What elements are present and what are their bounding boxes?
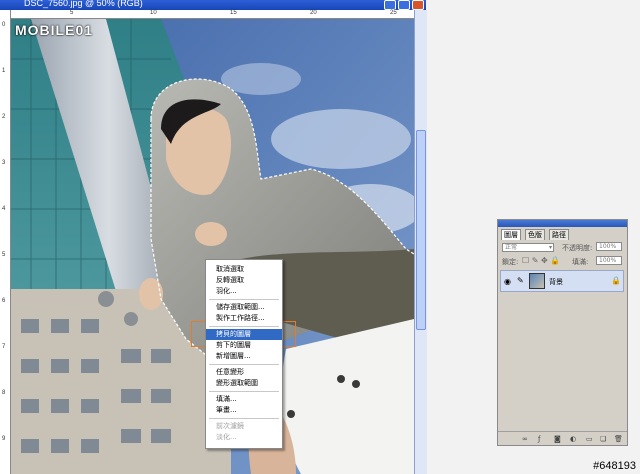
menu-item-inverse[interactable]: 反轉選取 <box>206 275 282 286</box>
fill-label: 填滿: <box>572 258 589 266</box>
menu-item-fade: 淡化... <box>216 433 237 441</box>
menu-separator <box>209 326 279 327</box>
menu-item-fill[interactable]: 填滿... <box>206 394 282 405</box>
ruler-label: 6 <box>2 298 6 304</box>
layer-thumbnail <box>529 273 545 289</box>
tab-layers[interactable]: 圖層 <box>501 229 521 240</box>
panel-bottom-toolbar: ∞ ƒ ◙ ◐ ▭ ❏ 🗑 <box>498 431 627 445</box>
link-icon[interactable]: ∞ <box>522 435 528 443</box>
mask-icon[interactable]: ◙ <box>554 435 561 443</box>
site-logo: MOBILE01 <box>15 22 94 38</box>
menu-item-feather[interactable]: 羽化... <box>206 286 282 297</box>
tab-paths[interactable]: 路徑 <box>549 229 569 240</box>
ruler-label: 2 <box>2 114 6 120</box>
eye-icon[interactable]: ◉ <box>504 277 511 286</box>
menu-item-deselect[interactable]: 取消選取 <box>206 264 282 275</box>
ruler-label: 9 <box>2 436 6 442</box>
menu-item-last-filter: 前次濾鏡 <box>216 422 244 430</box>
adjustment-icon[interactable]: ◐ <box>570 435 576 443</box>
menu-separator <box>209 364 279 365</box>
lock-options-icons[interactable]: ☐ ✎ ✥ 🔒 <box>522 256 560 265</box>
layer-style-icon[interactable]: ƒ <box>538 435 540 443</box>
lock-label: 鎖定: <box>502 258 519 266</box>
minimize-button[interactable] <box>384 0 396 10</box>
ruler-label: 25 <box>390 10 397 16</box>
vertical-ruler[interactable]: 0 1 2 3 4 5 6 7 8 9 <box>0 10 11 474</box>
menu-separator <box>209 418 279 419</box>
close-button[interactable] <box>412 0 424 10</box>
menu-item-new-layer[interactable]: 新增圖層... <box>206 351 282 362</box>
ruler-label: 8 <box>2 390 6 396</box>
blend-mode-select[interactable]: 正常 ▾ <box>502 243 554 252</box>
ruler-label: 5 <box>70 10 74 16</box>
menu-separator <box>209 299 279 300</box>
watermark: #648193 <box>593 460 636 472</box>
menu-item-make-work-path[interactable]: 製作工作路徑... <box>206 313 282 324</box>
blend-mode-value: 正常 <box>505 244 518 251</box>
lock-icon: 🔒 <box>611 276 621 285</box>
trash-icon[interactable]: 🗑 <box>614 435 623 443</box>
ruler-label: 1 <box>2 68 6 74</box>
layers-panel: 圖層 色版 路徑 正常 ▾ 不透明度: 100% 鎖定: ☐ ✎ ✥ 🔒 填滿:… <box>497 219 628 446</box>
menu-item-free-transform[interactable]: 任意變形 <box>206 367 282 378</box>
maximize-button[interactable] <box>398 0 410 10</box>
panel-title-bar[interactable] <box>498 220 627 227</box>
menu-item-save-selection[interactable]: 儲存選取範圍... <box>206 302 282 313</box>
ruler-label: 15 <box>230 10 237 16</box>
tab-channels[interactable]: 色版 <box>525 229 545 240</box>
layer-name: 背景 <box>549 278 563 286</box>
ruler-label: 20 <box>310 10 317 16</box>
menu-item-layer-via-cut[interactable]: 剪下的圖層 <box>206 340 282 351</box>
horizontal-ruler[interactable]: 5 10 15 20 25 <box>10 10 414 19</box>
new-layer-icon[interactable]: ❏ <box>600 435 606 443</box>
ruler-label: 0 <box>2 22 6 28</box>
ruler-label: 10 <box>150 10 157 16</box>
ruler-label: 4 <box>2 206 6 212</box>
brush-icon: ✎ <box>517 276 524 285</box>
chevron-down-icon: ▾ <box>548 244 552 251</box>
ruler-label: 5 <box>2 252 6 258</box>
menu-item-transform-selection[interactable]: 變形選取範圍 <box>206 378 282 389</box>
layer-row-background[interactable]: ◉ ✎ 背景 🔒 <box>500 270 624 292</box>
opacity-field[interactable]: 100% <box>596 242 622 251</box>
context-menu: 取消選取 反轉選取 羽化... 儲存選取範圍... 製作工作路徑... 拷貝的圖… <box>205 259 283 449</box>
menu-item-layer-via-copy[interactable]: 拷貝的圖層 <box>206 329 282 340</box>
folder-icon[interactable]: ▭ <box>586 435 593 443</box>
menu-item-stroke[interactable]: 筆畫... <box>206 405 282 416</box>
scrollbar-thumb[interactable] <box>416 130 426 330</box>
document-window: DSC_7560.jpg @ 50% (RGB) 5 10 15 20 25 0… <box>0 0 427 474</box>
fill-field[interactable]: 100% <box>596 256 622 265</box>
menu-separator <box>209 391 279 392</box>
ruler-label: 7 <box>2 344 6 350</box>
vertical-scrollbar[interactable] <box>414 10 427 474</box>
ruler-label: 3 <box>2 160 6 166</box>
window-title: DSC_7560.jpg @ 50% (RGB) <box>24 0 143 8</box>
title-bar[interactable]: DSC_7560.jpg @ 50% (RGB) <box>0 0 426 10</box>
opacity-label: 不透明度: <box>562 244 593 252</box>
